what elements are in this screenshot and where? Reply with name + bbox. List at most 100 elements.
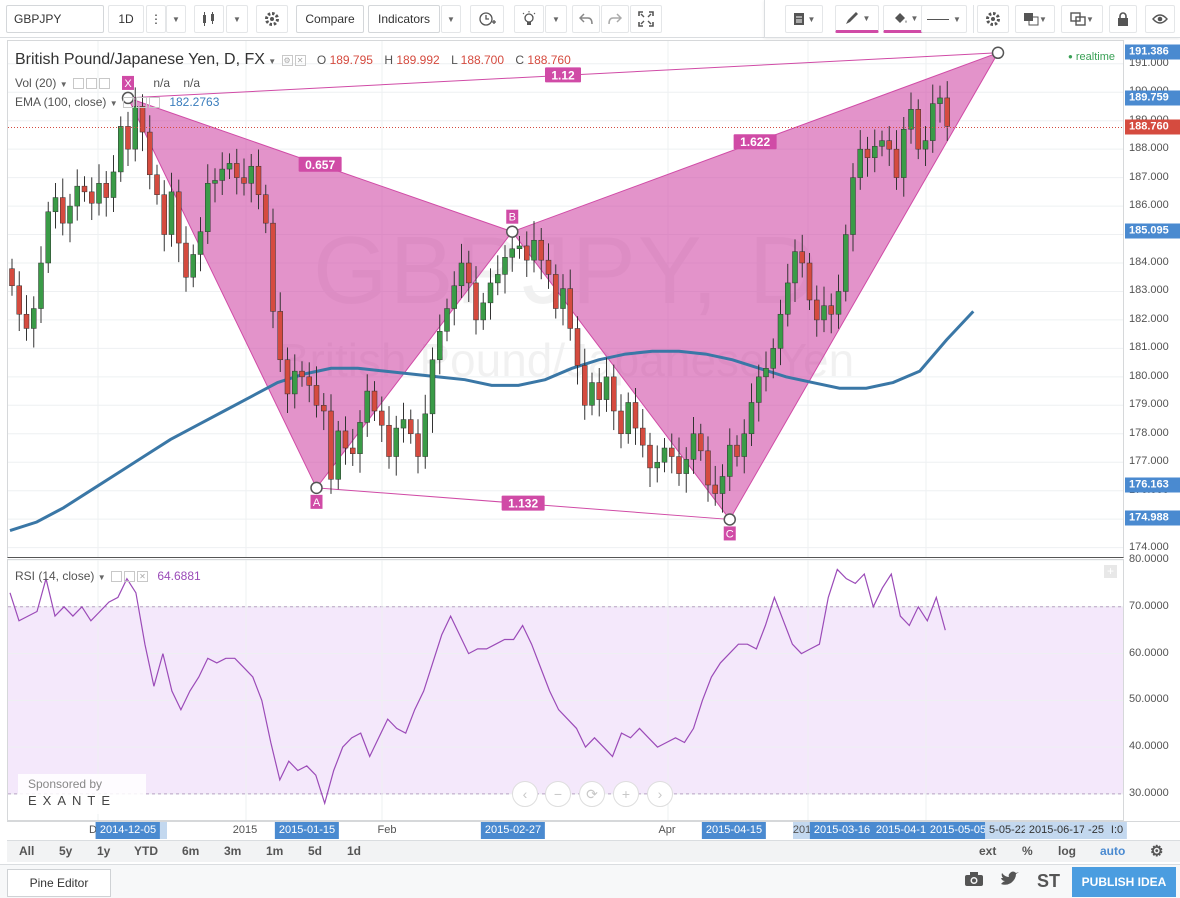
- time-axis[interactable]: D 2015 Feb Apr 201 2014-12-05 2015-01-15…: [7, 821, 1180, 839]
- legend-settings-icon[interactable]: ⚙: [281, 55, 293, 67]
- sponsor-text: Sponsored by: [28, 777, 103, 791]
- range-button-ytd[interactable]: YTD: [134, 844, 158, 858]
- settings-gear-icon[interactable]: [256, 5, 288, 33]
- range-button-5d[interactable]: 5d: [308, 844, 322, 858]
- interval-button[interactable]: 1D: [108, 5, 144, 33]
- idea-dropdown-icon[interactable]: ▼: [545, 5, 567, 33]
- percent-scale-toggle[interactable]: %: [1022, 844, 1033, 858]
- candle-body: [712, 484, 718, 494]
- candle-body: [574, 328, 581, 366]
- rsi-settings-icon[interactable]: [123, 571, 135, 583]
- scale-settings-gear-icon[interactable]: ⚙: [1150, 842, 1163, 860]
- candle-body: [734, 444, 740, 457]
- range-button-5y[interactable]: 5y: [59, 844, 72, 858]
- title-dropdown-icon[interactable]: ▼: [268, 57, 276, 66]
- range-button-3m[interactable]: 3m: [224, 844, 241, 858]
- clone-icon[interactable]: ▼: [1061, 5, 1103, 33]
- range-button-1m[interactable]: 1m: [266, 844, 283, 858]
- price-chart-svg[interactable]: XABC1.120.6571.6221.132: [8, 41, 1124, 558]
- time-selected-label: -25: [1084, 822, 1108, 839]
- candle-style-icon[interactable]: [194, 5, 224, 33]
- stocktwits-icon[interactable]: ST: [1037, 871, 1060, 892]
- rsi-pane[interactable]: RSI (14, close) ▼ ✕ 64.6881 + Sponsored …: [7, 559, 1124, 821]
- rsi-tick-label: 80.0000: [1129, 553, 1169, 565]
- ema-eye-icon[interactable]: [122, 97, 134, 109]
- candle-body: [908, 109, 914, 130]
- volume-close-icon[interactable]: [98, 78, 110, 90]
- range-button-1d[interactable]: 1d: [347, 844, 361, 858]
- range-button-1y[interactable]: 1y: [97, 844, 110, 858]
- visibility-eye-icon[interactable]: [1145, 5, 1175, 33]
- scroll-left-icon[interactable]: ‹: [512, 781, 538, 807]
- publish-idea-label: PUBLISH IDEA: [1081, 875, 1167, 889]
- rsi-chart-svg[interactable]: [8, 560, 1124, 821]
- pine-editor-button[interactable]: Pine Editor: [7, 869, 111, 897]
- interval-more-icon[interactable]: ⋮: [146, 5, 166, 33]
- ema-dropdown-icon[interactable]: ▼: [110, 99, 118, 108]
- volume-dropdown-icon[interactable]: ▼: [60, 80, 68, 89]
- rsi-tick-label: 40.0000: [1129, 740, 1169, 753]
- range-button-all[interactable]: All: [19, 844, 34, 858]
- time-selected-label: 2014-12-05: [95, 822, 161, 839]
- legend-close-icon[interactable]: ✕: [294, 55, 306, 67]
- high-value: 189.992: [396, 53, 440, 67]
- chart-style-dropdown-icon[interactable]: ▼: [226, 5, 248, 33]
- compare-button[interactable]: Compare: [296, 5, 364, 33]
- lock-icon[interactable]: [1109, 5, 1137, 33]
- candle-body: [567, 288, 573, 329]
- template-icon[interactable]: ▼: [785, 5, 823, 33]
- pane-maximize-icon[interactable]: +: [1104, 565, 1117, 578]
- candle-body: [437, 331, 443, 361]
- price-axis[interactable]: 174.000175.000176.000177.000178.000179.0…: [1125, 40, 1180, 558]
- extended-hours-toggle[interactable]: ext: [979, 844, 996, 858]
- ema-close-icon[interactable]: [148, 97, 160, 109]
- indicators-dropdown-icon[interactable]: ▼: [441, 5, 461, 33]
- candle-body: [524, 245, 530, 261]
- rsi-eye-icon[interactable]: [110, 571, 122, 583]
- candle-body: [582, 365, 588, 406]
- line-color-icon[interactable]: ▼: [835, 5, 879, 33]
- indicators-button[interactable]: Indicators: [368, 5, 440, 33]
- snapshot-camera-icon[interactable]: [964, 871, 984, 892]
- candle-body: [422, 413, 428, 457]
- candle-body: [408, 419, 414, 435]
- publish-idea-button[interactable]: PUBLISH IDEA: [1072, 867, 1176, 897]
- alert-clock-icon[interactable]: [470, 5, 504, 33]
- ema-settings-icon[interactable]: [135, 97, 147, 109]
- bring-front-icon[interactable]: ▼: [1015, 5, 1055, 33]
- time-selected-label: 2015-06-17: [1024, 822, 1090, 839]
- rsi-close-icon[interactable]: ✕: [136, 571, 148, 583]
- idea-lightbulb-icon[interactable]: [514, 5, 544, 33]
- twitter-icon[interactable]: [1000, 871, 1020, 892]
- candle-body: [821, 305, 827, 321]
- bcd-triangle: [511, 51, 1000, 521]
- rsi-axis[interactable]: 30.0000 40.0000 50.0000 60.0000 70.0000 80.00…: [1125, 553, 1180, 821]
- rsi-tick-label: 30.0000: [1129, 786, 1169, 799]
- fullscreen-icon[interactable]: [630, 5, 662, 33]
- time-selected-label: 2015-03-16: [809, 822, 875, 839]
- candle-body: [944, 97, 950, 127]
- redo-icon[interactable]: [601, 5, 629, 33]
- rsi-dropdown-icon[interactable]: ▼: [98, 573, 106, 582]
- volume-settings-icon[interactable]: [85, 78, 97, 90]
- symbol-search-input[interactable]: GBPJPY: [6, 5, 104, 33]
- sponsor-box[interactable]: Sponsored by EXANTE: [18, 774, 146, 814]
- interval-dropdown-icon[interactable]: ▼: [166, 5, 186, 33]
- undo-icon[interactable]: [572, 5, 600, 33]
- volume-eye-icon[interactable]: [72, 78, 84, 90]
- candle-body: [241, 177, 247, 184]
- zoom-out-icon[interactable]: −: [545, 781, 571, 807]
- candle-body: [371, 390, 378, 412]
- reset-chart-icon[interactable]: ⟳: [579, 781, 605, 807]
- scroll-right-icon[interactable]: ›: [647, 781, 673, 807]
- candle-body: [748, 402, 755, 435]
- candle-body: [792, 251, 798, 284]
- line-style-icon[interactable]: ▼: [921, 5, 967, 33]
- range-button-6m[interactable]: 6m: [182, 844, 199, 858]
- drawing-settings-gear-icon[interactable]: [977, 5, 1009, 33]
- zoom-in-icon[interactable]: +: [613, 781, 639, 807]
- log-scale-toggle[interactable]: log: [1058, 844, 1076, 858]
- main-chart-pane[interactable]: GBPJPY, D British Pound/Japanese Yen XAB…: [7, 40, 1124, 558]
- auto-scale-toggle[interactable]: auto: [1100, 844, 1125, 858]
- candle-body: [270, 222, 276, 312]
